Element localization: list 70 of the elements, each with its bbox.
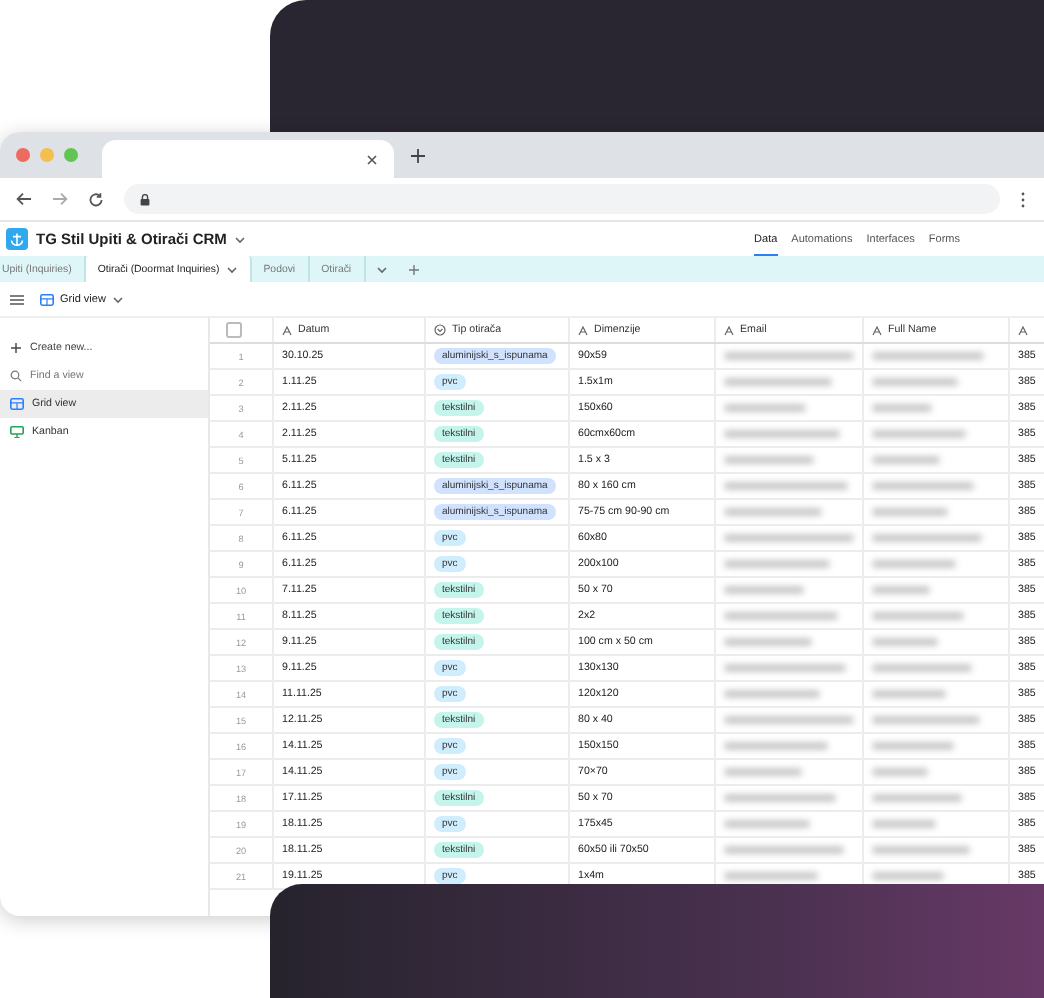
blurred-text xyxy=(724,664,846,672)
text-field-icon xyxy=(872,325,882,335)
blurred-text xyxy=(872,768,928,776)
blurred-text xyxy=(872,716,980,724)
lock-icon xyxy=(140,193,150,205)
blurred-text xyxy=(724,742,828,750)
blurred-text xyxy=(872,794,962,802)
search-icon xyxy=(10,370,22,382)
blurred-text xyxy=(872,482,974,490)
blurred-text xyxy=(724,430,840,438)
blurred-text xyxy=(724,612,838,620)
grid-icon xyxy=(10,398,24,410)
blurred-text xyxy=(724,482,848,490)
more-icon[interactable] xyxy=(1020,191,1026,207)
blurred-text xyxy=(872,430,966,438)
blurred-text xyxy=(872,820,936,828)
blurred-text xyxy=(872,846,970,854)
blurred-text xyxy=(724,534,854,542)
forward-icon[interactable] xyxy=(52,192,68,206)
caret-icon xyxy=(234,235,247,243)
blurred-text xyxy=(872,612,964,620)
blurred-text xyxy=(724,378,832,386)
text-field-icon xyxy=(724,325,734,335)
blurred-text xyxy=(872,872,944,880)
back-icon[interactable] xyxy=(16,192,32,206)
blurred-text xyxy=(724,404,806,412)
blurred-text xyxy=(724,794,836,802)
close-dot[interactable] xyxy=(16,148,30,162)
blurred-text xyxy=(724,352,854,360)
select-all-checkbox[interactable] xyxy=(226,322,242,338)
plus-icon xyxy=(10,342,22,354)
blurred-text xyxy=(872,534,982,542)
blurred-text xyxy=(724,586,804,594)
close-icon[interactable] xyxy=(366,153,378,165)
caret-icon xyxy=(111,295,124,303)
blurred-text xyxy=(872,560,956,568)
blurred-text xyxy=(872,404,932,412)
blurred-text xyxy=(724,638,812,646)
more-tables-icon xyxy=(375,265,388,273)
blurred-text xyxy=(724,690,820,698)
blurred-text xyxy=(872,638,938,646)
blurred-text xyxy=(724,820,810,828)
text-field-icon xyxy=(282,325,292,335)
blurred-text xyxy=(872,508,948,516)
grid-icon xyxy=(40,293,54,305)
blurred-text xyxy=(872,586,930,594)
maximize-dot[interactable] xyxy=(64,148,78,162)
minimize-dot[interactable] xyxy=(40,148,54,162)
blurred-text xyxy=(724,872,818,880)
blurred-text xyxy=(872,378,958,386)
add-icon[interactable] xyxy=(407,263,420,275)
blurred-text xyxy=(724,508,822,516)
caret-icon xyxy=(225,265,238,273)
app-logo[interactable] xyxy=(6,228,28,250)
blurred-text xyxy=(872,742,954,750)
blurred-text xyxy=(872,352,984,360)
text-field-icon xyxy=(578,325,588,335)
blurred-text xyxy=(724,716,854,724)
blurred-text xyxy=(724,560,830,568)
blurred-text xyxy=(724,768,802,776)
single-select-icon xyxy=(434,324,446,336)
reload-icon[interactable] xyxy=(88,191,104,207)
blurred-text xyxy=(872,664,972,672)
blurred-text xyxy=(724,846,844,854)
blurred-text xyxy=(872,690,946,698)
new-tab-icon[interactable] xyxy=(410,147,426,163)
menu-icon[interactable] xyxy=(10,293,24,305)
blurred-text xyxy=(724,456,814,464)
blurred-text xyxy=(872,456,940,464)
text-field-icon xyxy=(1018,325,1028,335)
